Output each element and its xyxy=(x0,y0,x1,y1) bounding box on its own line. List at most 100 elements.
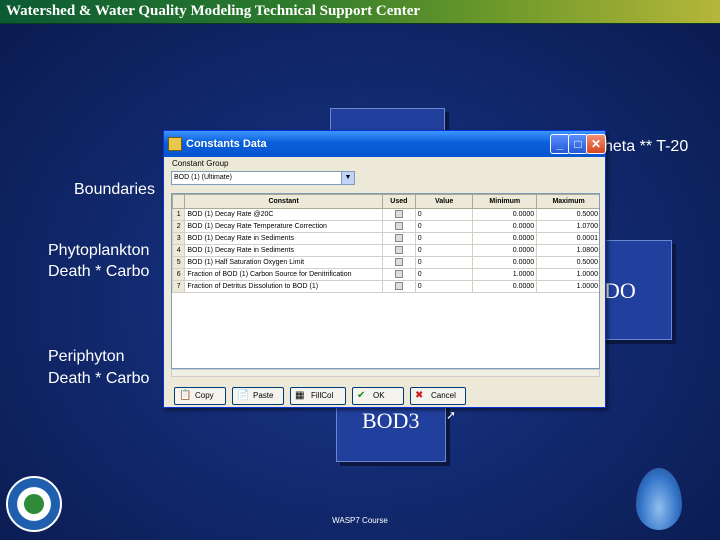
used-cell[interactable] xyxy=(381,268,416,281)
table-header-row: Constant Used Value Minimum Maximum xyxy=(172,194,599,209)
footer-text: WASP7 Course xyxy=(332,516,388,525)
minimum-cell[interactable]: 1.0000 xyxy=(472,268,538,281)
used-checkbox[interactable] xyxy=(394,257,403,266)
maximum-cell[interactable]: 1.0000 xyxy=(536,268,599,281)
peri-text-1: Periphyton xyxy=(48,348,125,365)
table-row[interactable]: 4 BOD (1) Decay Rate in Sediments 0 0.0000 1… xyxy=(172,244,599,257)
used-cell[interactable] xyxy=(381,256,416,269)
bod3-label: BOD3 xyxy=(362,408,420,433)
col-header-value[interactable]: Value xyxy=(414,194,474,209)
ok-button[interactable]: ✔ OK xyxy=(352,387,404,405)
table-row[interactable]: 7 Fraction of Detritus Dissolution to BOD… xyxy=(172,280,599,293)
table-row[interactable]: 1 BOD (1) Decay Rate @20C 0 0.0000 0.5000 xyxy=(172,208,599,221)
minimum-cell[interactable]: 0.0000 xyxy=(472,244,538,257)
maximum-cell[interactable]: 0.0001 xyxy=(536,232,599,245)
table-row[interactable]: 3 BOD (1) Decay Rate in Sediments 0 0.0000 0… xyxy=(172,232,599,245)
table-row[interactable]: 5 BOD (1) Half Saturation Oxygen Limit 0 0.… xyxy=(172,256,599,269)
used-checkbox[interactable] xyxy=(394,281,403,290)
col-header-minimum[interactable]: Minimum xyxy=(472,194,538,209)
maximum-cell[interactable]: 1.0800 xyxy=(536,244,599,257)
cancel-x-icon: ✖ xyxy=(415,390,424,401)
used-checkbox[interactable] xyxy=(394,233,403,242)
used-checkbox[interactable] xyxy=(394,209,403,218)
minimum-cell[interactable]: 0.0000 xyxy=(472,232,538,245)
value-cell[interactable]: 0 xyxy=(414,244,474,257)
paste-button[interactable]: 📄 Paste xyxy=(232,387,284,405)
constant-cell[interactable]: BOD (1) Decay Rate Temperature Correctio… xyxy=(184,220,383,233)
maximize-button[interactable]: □ xyxy=(568,134,588,154)
used-checkbox[interactable] xyxy=(394,269,403,278)
header-title: Watershed & Water Quality Modeling Techn… xyxy=(6,3,421,19)
horizontal-scrollbar[interactable] xyxy=(171,369,600,377)
maximum-cell[interactable]: 1.0000 xyxy=(536,280,599,293)
col-header-constant[interactable]: Constant xyxy=(184,194,383,209)
constant-cell[interactable]: Fraction of BOD (1) Carbon Source for De… xyxy=(184,268,383,281)
value-cell[interactable]: 0 xyxy=(414,220,474,233)
peri-text-2: Death * Carbo xyxy=(48,370,150,387)
minimize-button[interactable]: _ xyxy=(550,134,570,154)
table-row[interactable]: 2 BOD (1) Decay Rate Temperature Correcti… xyxy=(172,220,599,233)
maximum-cell[interactable]: 0.5000 xyxy=(536,208,599,221)
minimum-cell[interactable]: 0.0000 xyxy=(472,256,538,269)
close-button[interactable]: ✕ xyxy=(586,134,606,154)
minimum-cell[interactable]: 0.0000 xyxy=(472,220,538,233)
phyto-text-2: Death * Carbo xyxy=(48,263,150,280)
constant-group-select[interactable]: BOD (1) (Ultimate) ▼ xyxy=(171,171,355,185)
used-cell[interactable] xyxy=(381,244,416,257)
row-number: 5 xyxy=(172,256,186,269)
copy-label: Copy xyxy=(195,391,214,400)
used-cell[interactable] xyxy=(381,220,416,233)
value-cell[interactable]: 0 xyxy=(414,256,474,269)
copy-icon: 📋 xyxy=(179,390,192,401)
row-number: 3 xyxy=(172,232,186,245)
boundaries-text: Boundaries xyxy=(74,181,155,198)
constants-table: Constant Used Value Minimum Maximum 1 BOD… xyxy=(171,193,600,369)
constant-cell[interactable]: BOD (1) Decay Rate in Sediments xyxy=(184,244,383,257)
used-cell[interactable] xyxy=(381,280,416,293)
arrow-icon: ➚ xyxy=(446,408,457,422)
paste-label: Paste xyxy=(253,391,274,400)
cancel-label: Cancel xyxy=(431,391,456,400)
row-number: 2 xyxy=(172,220,186,233)
used-cell[interactable] xyxy=(381,232,416,245)
minimum-cell[interactable]: 0.0000 xyxy=(472,280,538,293)
value-cell[interactable]: 0 xyxy=(414,208,474,221)
used-checkbox[interactable] xyxy=(394,221,403,230)
constant-cell[interactable]: BOD (1) Decay Rate @20C xyxy=(184,208,383,221)
constant-group-value: BOD (1) (Ultimate) xyxy=(174,174,232,181)
chevron-down-icon[interactable]: ▼ xyxy=(341,172,354,184)
fill-icon: ▦ xyxy=(295,390,305,401)
used-checkbox[interactable] xyxy=(394,245,403,254)
col-header-maximum[interactable]: Maximum xyxy=(536,194,599,209)
value-cell[interactable]: 0 xyxy=(414,280,474,293)
value-cell[interactable]: 0 xyxy=(414,232,474,245)
header-bar: Watershed & Water Quality Modeling Techn… xyxy=(0,0,720,24)
row-number: 1 xyxy=(172,208,186,221)
col-header-num xyxy=(172,194,186,209)
do-label: DO xyxy=(604,278,636,303)
paste-icon: 📄 xyxy=(237,390,250,401)
ok-label: OK xyxy=(373,391,385,400)
seal-flower-icon xyxy=(24,494,44,514)
fill-label: FillCol xyxy=(311,391,334,400)
row-number: 4 xyxy=(172,244,186,257)
constants-dialog: Constants Data _ □ ✕ Constant Group BOD … xyxy=(163,130,606,408)
col-header-used[interactable]: Used xyxy=(381,194,416,209)
used-cell[interactable] xyxy=(381,208,416,221)
dialog-titlebar[interactable]: Constants Data _ □ ✕ xyxy=(164,131,606,157)
constant-cell[interactable]: BOD (1) Half Saturation Oxygen Limit xyxy=(184,256,383,269)
constant-cell[interactable]: BOD (1) Decay Rate in Sediments xyxy=(184,232,383,245)
maximum-cell[interactable]: 0.5000 xyxy=(536,256,599,269)
copy-button[interactable]: 📋 Copy xyxy=(174,387,226,405)
theta-text: heta ** T-20 xyxy=(604,138,689,155)
phyto-text-1: Phytoplankton xyxy=(48,242,150,259)
table-row[interactable]: 6 Fraction of BOD (1) Carbon Source for D… xyxy=(172,268,599,281)
app-icon xyxy=(168,137,182,151)
value-cell[interactable]: 0 xyxy=(414,268,474,281)
maximum-cell[interactable]: 1.0700 xyxy=(536,220,599,233)
cancel-button[interactable]: ✖ Cancel xyxy=(410,387,466,405)
minimum-cell[interactable]: 0.0000 xyxy=(472,208,538,221)
row-number: 7 xyxy=(172,280,186,293)
constant-cell[interactable]: Fraction of Detritus Dissolution to BOD … xyxy=(184,280,383,293)
fill-button[interactable]: ▦ FillCol xyxy=(290,387,346,405)
